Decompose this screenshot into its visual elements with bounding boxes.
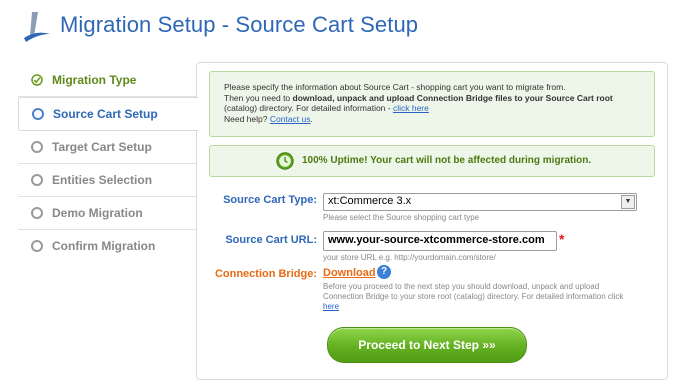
step-label: Source Cart Setup: [53, 107, 158, 121]
radio-circle-icon: [31, 174, 43, 186]
download-bridge-link[interactable]: Download: [323, 267, 376, 279]
info-line: Please specify the information about Sou…: [224, 82, 566, 92]
uptime-text: 100% Uptime! Your cart will not be affec…: [302, 155, 592, 166]
radio-circle-icon: [31, 240, 43, 252]
step-label: Migration Type: [52, 73, 137, 87]
step-entities-selection[interactable]: Entities Selection: [18, 164, 196, 197]
uptime-banner: 100% Uptime! Your cart will not be affec…: [209, 145, 655, 177]
wizard-pen-logo-icon: [24, 12, 50, 42]
info-line: Need help? Contact us.: [224, 113, 313, 124]
info-line: (catalog) directory. For detailed inform…: [224, 103, 429, 113]
step-demo-migration[interactable]: Demo Migration: [18, 197, 196, 230]
help-icon[interactable]: ?: [377, 265, 391, 279]
step-label: Demo Migration: [52, 206, 143, 220]
steps-sidebar: Migration Type Source Cart Setup Target …: [18, 64, 198, 262]
connection-bridge-label: Connection Bridge:: [214, 268, 317, 280]
step-label: Entities Selection: [52, 173, 153, 187]
step-target-cart-setup[interactable]: Target Cart Setup: [18, 131, 196, 164]
cart-url-hint: your store URL e.g. http://yourdomain.co…: [323, 253, 496, 262]
radio-circle-icon: [31, 141, 43, 153]
info-line: Then you need to download, unpack and up…: [224, 92, 613, 103]
click-here-link[interactable]: click here: [393, 103, 429, 113]
bridge-hint: Before you proceed to the next step you …: [323, 282, 624, 311]
proceed-next-step-button[interactable]: Proceed to Next Step »»: [327, 327, 527, 363]
setup-panel: Please specify the information about Sou…: [196, 62, 668, 380]
info-box: Please specify the information about Sou…: [209, 71, 655, 137]
radio-circle-icon: [31, 207, 43, 219]
contact-us-link[interactable]: Contact us: [270, 114, 311, 124]
source-cart-type-label: Source Cart Type:: [223, 194, 317, 206]
step-label: Target Cart Setup: [52, 140, 152, 154]
source-cart-url-input[interactable]: www.your-source-xtcommerce-store.com: [323, 231, 557, 251]
checkmark-icon: [31, 74, 43, 86]
bridge-here-link[interactable]: here: [323, 302, 339, 311]
step-source-cart-setup[interactable]: Source Cart Setup: [18, 97, 198, 131]
page-header: Migration Setup - Source Cart Setup: [0, 0, 680, 52]
step-label: Confirm Migration: [52, 239, 156, 253]
clock-icon: [276, 152, 294, 170]
radio-circle-icon: [32, 108, 44, 120]
dropdown-arrow-icon[interactable]: ▼: [621, 195, 635, 209]
source-cart-url-label: Source Cart URL:: [225, 234, 317, 246]
step-migration-type[interactable]: Migration Type: [18, 64, 196, 97]
source-cart-type-select[interactable]: xt:Commerce 3.x ▼: [323, 193, 637, 211]
page-title: Migration Setup - Source Cart Setup: [60, 12, 419, 37]
required-asterisk: *: [559, 231, 565, 247]
cart-type-hint: Please select the Source shopping cart t…: [323, 213, 480, 222]
step-confirm-migration[interactable]: Confirm Migration: [18, 230, 196, 262]
